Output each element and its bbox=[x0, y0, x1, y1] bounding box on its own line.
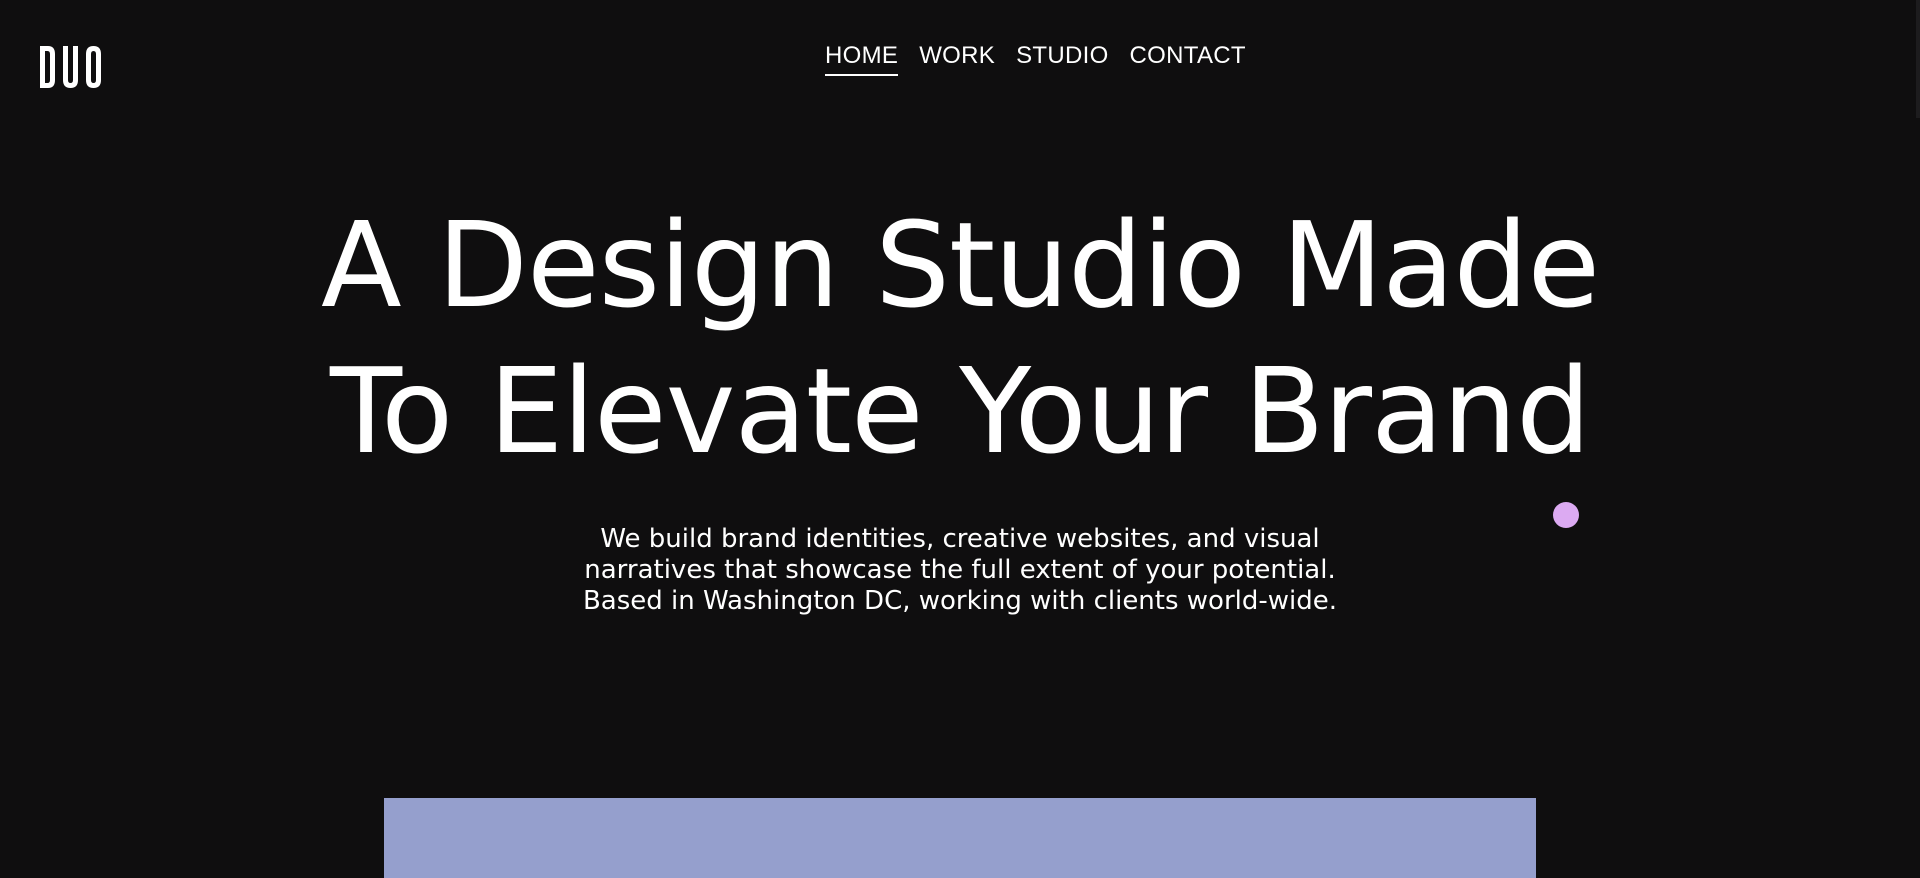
nav-item-home[interactable]: HOME bbox=[825, 40, 899, 76]
feature-image-block bbox=[384, 798, 1536, 878]
scrollbar[interactable] bbox=[1916, 0, 1920, 118]
hero-subtitle-line-1: We build brand identities, creative webs… bbox=[600, 524, 1320, 554]
duo-logo[interactable] bbox=[38, 42, 106, 92]
hero-title-line-2: To Elevate Your Brand bbox=[329, 342, 1591, 480]
hero-title: A Design Studio Made To Elevate Your Bra… bbox=[0, 192, 1920, 484]
hero-title-line-1: A Design Studio Made bbox=[320, 196, 1600, 334]
duo-logo-mark bbox=[40, 46, 101, 88]
nav-item-work[interactable]: WORK bbox=[919, 40, 995, 76]
page: HOME WORK STUDIO CONTACT A Design Studio… bbox=[0, 0, 1920, 878]
nav-item-contact[interactable]: CONTACT bbox=[1130, 40, 1246, 76]
nav-item-studio[interactable]: STUDIO bbox=[1016, 40, 1108, 76]
hero-subtitle: We build brand identities, creative webs… bbox=[0, 524, 1920, 617]
main-nav-items: HOME WORK STUDIO CONTACT bbox=[825, 40, 1246, 76]
hero-subtitle-line-3: Based in Washington DC, working with cli… bbox=[582, 586, 1338, 616]
hero-subtitle-line-2: narratives that showcase the full extent… bbox=[584, 555, 1336, 585]
